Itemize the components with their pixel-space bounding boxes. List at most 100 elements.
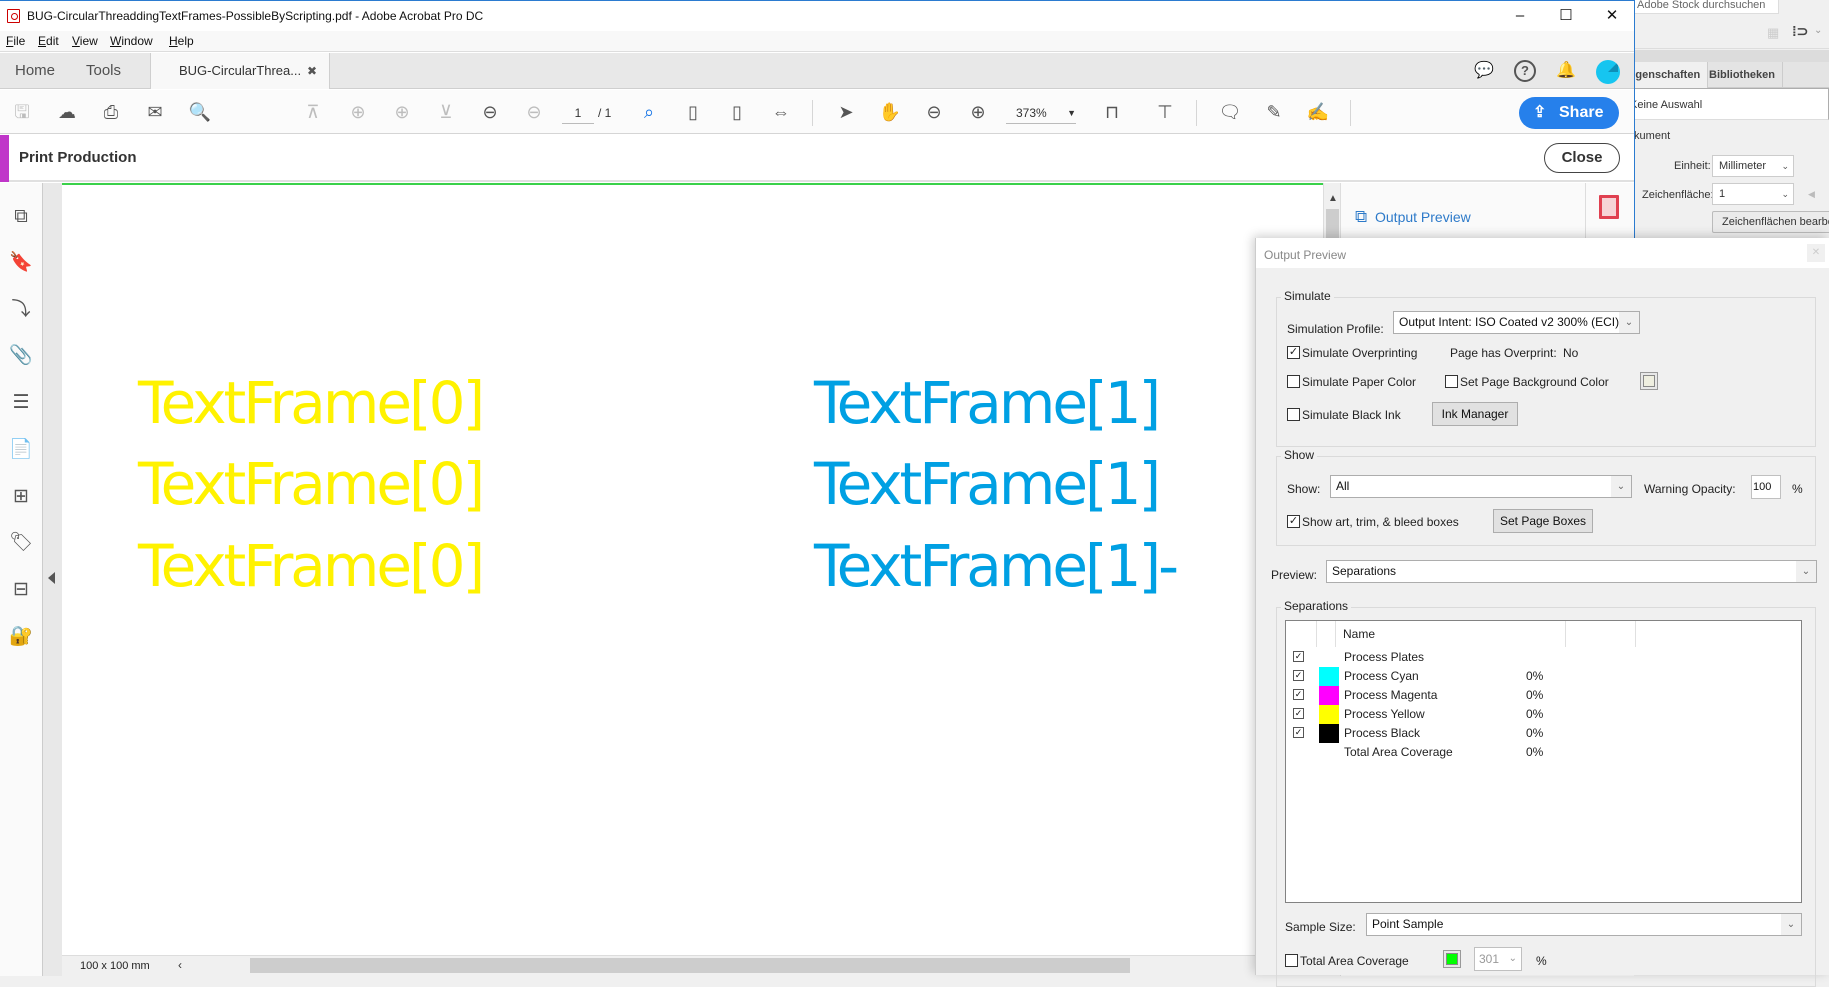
edit-artboards-button[interactable]: Zeichenflächen bearbeiten xyxy=(1712,211,1829,233)
close-tool-button[interactable]: Close xyxy=(1544,143,1620,173)
actual-size-icon[interactable]: ▯ xyxy=(681,100,705,124)
separation-row[interactable]: ✓ Process Black 0% xyxy=(1286,724,1801,743)
separation-checkbox[interactable]: ✓ xyxy=(1293,708,1304,719)
last-page-icon[interactable]: ⊻ xyxy=(434,100,458,124)
articles-icon[interactable]: ⤵ xyxy=(9,298,33,322)
set-page-background-color-checkbox[interactable] xyxy=(1445,375,1458,388)
tac-value-input[interactable]: 301 ⌄ xyxy=(1474,947,1522,971)
separation-row[interactable]: ✓ Process Cyan 0% xyxy=(1286,667,1801,686)
maximize-button[interactable]: ☐ xyxy=(1551,5,1581,27)
tab-bibliotheken[interactable]: Bibliotheken xyxy=(1702,62,1784,88)
share-button[interactable]: ⇪ Share xyxy=(1519,97,1619,129)
tags-icon[interactable]: 🏷 xyxy=(9,531,33,555)
total-area-coverage-checkbox[interactable] xyxy=(1285,954,1298,967)
warning-opacity-input[interactable]: 100 xyxy=(1751,475,1781,499)
separation-checkbox[interactable]: ✓ xyxy=(1293,651,1304,662)
print-icon[interactable]: ⎙ xyxy=(99,100,123,124)
grid-icon[interactable]: ▦ xyxy=(1767,25,1779,41)
next-page-icon[interactable]: ⊕ xyxy=(390,100,414,124)
forward-view-icon[interactable]: ⊖ xyxy=(522,100,546,124)
help-icon[interactable]: ? xyxy=(1514,60,1536,82)
separations-list[interactable]: Name ✓ Process Plates ✓ Process Cyan 0% ✓ Proc… xyxy=(1285,620,1802,903)
fit-page-icon[interactable]: ▯ xyxy=(725,100,749,124)
simulation-profile-dropdown[interactable]: Output Intent: ISO Coated v2 300% (ECI) … xyxy=(1393,311,1640,334)
background-color-swatch[interactable] xyxy=(1640,372,1658,390)
collapse-arrow-icon[interactable] xyxy=(48,572,55,584)
close-window-button[interactable]: ✕ xyxy=(1597,5,1627,27)
zoom-level-dropdown[interactable]: 373% ▼ xyxy=(1006,102,1076,124)
menu-help[interactable]: Help xyxy=(169,34,194,48)
panel-toggle-icon[interactable]: ⁞⊃ xyxy=(1792,23,1808,40)
order-icon[interactable]: ⊞ xyxy=(9,485,33,509)
set-page-boxes-button[interactable]: Set Page Boxes xyxy=(1493,509,1593,533)
preview-dropdown[interactable]: Separations ⌄ xyxy=(1326,560,1817,583)
separation-row[interactable]: ✓ Process Plates xyxy=(1286,648,1801,667)
page-number-input[interactable]: 1 xyxy=(562,102,594,124)
scroll-thumb[interactable] xyxy=(1326,209,1339,239)
horizontal-scrollbar[interactable] xyxy=(250,958,1130,973)
zoom-search-icon[interactable]: 🔍 xyxy=(188,100,212,124)
security-info-icon[interactable]: 🔐 xyxy=(9,625,33,649)
show-dropdown[interactable]: All ⌄ xyxy=(1330,475,1632,498)
zoom-in-icon[interactable]: ⊕ xyxy=(966,100,990,124)
bookmarks-icon[interactable]: 🔖 xyxy=(9,251,33,275)
chevron-down-icon[interactable]: ⌄ xyxy=(1814,25,1822,36)
tab-eigenschaften[interactable]: Eigenschaften xyxy=(1625,62,1709,88)
model-tree-icon[interactable]: ⊟ xyxy=(9,578,33,602)
scroll-left-icon[interactable]: ‹ xyxy=(178,958,182,972)
simulate-paper-color-checkbox[interactable] xyxy=(1287,375,1300,388)
comments-icon[interactable]: 💬 xyxy=(1473,60,1495,82)
content-icon[interactable]: 📄 xyxy=(9,438,33,462)
separation-row[interactable]: Total Area Coverage 0% xyxy=(1286,743,1801,762)
tab-home[interactable]: Home xyxy=(15,53,55,89)
separation-checkbox[interactable]: ✓ xyxy=(1293,727,1304,738)
save-icon[interactable]: 🖫 xyxy=(10,100,34,124)
hand-tool-icon[interactable]: ✋ xyxy=(878,100,902,124)
tac-color-swatch[interactable] xyxy=(1443,950,1461,968)
page-thumbnails-icon[interactable]: ⧉ xyxy=(9,205,33,229)
dialog-close-button[interactable]: ✕ xyxy=(1807,244,1825,262)
close-tab-icon[interactable]: ✖ xyxy=(307,53,317,89)
minimize-button[interactable]: – xyxy=(1505,5,1535,27)
ink-manager-button[interactable]: Ink Manager xyxy=(1432,402,1518,426)
separation-checkbox[interactable]: ✓ xyxy=(1293,689,1304,700)
first-page-icon[interactable]: ⊼ xyxy=(301,100,325,124)
menu-file[interactable]: File xyxy=(6,34,25,48)
stock-search-input[interactable]: Adobe Stock durchsuchen xyxy=(1634,0,1779,14)
separation-row[interactable]: ✓ Process Yellow 0% xyxy=(1286,705,1801,724)
cloud-upload-icon[interactable]: ☁ xyxy=(55,100,79,124)
tab-document[interactable]: BUG-CircularThrea... ✖ xyxy=(150,53,330,89)
fill-sign-icon[interactable]: ✍ xyxy=(1306,100,1330,124)
marquee-zoom-icon[interactable]: ⌕ xyxy=(637,100,661,124)
column-header-name[interactable]: Name xyxy=(1336,621,1566,647)
user-avatar[interactable] xyxy=(1596,60,1620,84)
layers-icon[interactable]: ☰ xyxy=(9,391,33,415)
select-tool-icon[interactable]: ➤ xyxy=(834,100,858,124)
email-icon[interactable]: ✉ xyxy=(143,100,167,124)
sample-size-dropdown[interactable]: Point Sample ⌄ xyxy=(1366,913,1802,936)
column-header-coverage[interactable] xyxy=(1566,621,1636,647)
fit-width-icon[interactable]: ⇔ xyxy=(769,100,793,124)
comment-icon[interactable]: 🗨 xyxy=(1218,100,1242,124)
page-display-icon[interactable]: ⊓ xyxy=(1100,100,1124,124)
simulate-overprinting-checkbox[interactable]: ✓ xyxy=(1287,346,1300,359)
previous-page-icon[interactable]: ⊕ xyxy=(346,100,370,124)
arrow-left-icon[interactable]: ◀ xyxy=(1808,189,1815,200)
highlight-pen-icon[interactable]: ✎ xyxy=(1262,100,1286,124)
menu-view[interactable]: View xyxy=(72,34,98,48)
show-boxes-checkbox[interactable]: ✓ xyxy=(1287,515,1300,528)
output-preview-link[interactable]: Output Preview xyxy=(1375,209,1471,225)
simulate-black-ink-checkbox[interactable] xyxy=(1287,408,1300,421)
zoom-out-icon[interactable]: ⊖ xyxy=(922,100,946,124)
notifications-bell-icon[interactable]: 🔔 xyxy=(1555,60,1577,82)
separation-row[interactable]: ✓ Process Magenta 0% xyxy=(1286,686,1801,705)
pdf-file-icon[interactable] xyxy=(1599,195,1619,219)
scroll-up-icon[interactable]: ▲ xyxy=(1328,193,1338,204)
attachments-icon[interactable]: 📎 xyxy=(9,344,33,368)
tab-tools[interactable]: Tools xyxy=(86,53,121,89)
artboard-dropdown[interactable]: 1 ⌄ xyxy=(1712,183,1794,205)
scroll-mode-icon[interactable]: ⊤ xyxy=(1153,100,1177,124)
menu-edit[interactable]: Edit xyxy=(38,34,59,48)
unit-dropdown[interactable]: Millimeter ⌄ xyxy=(1712,155,1794,177)
menu-window[interactable]: Window xyxy=(110,34,153,48)
